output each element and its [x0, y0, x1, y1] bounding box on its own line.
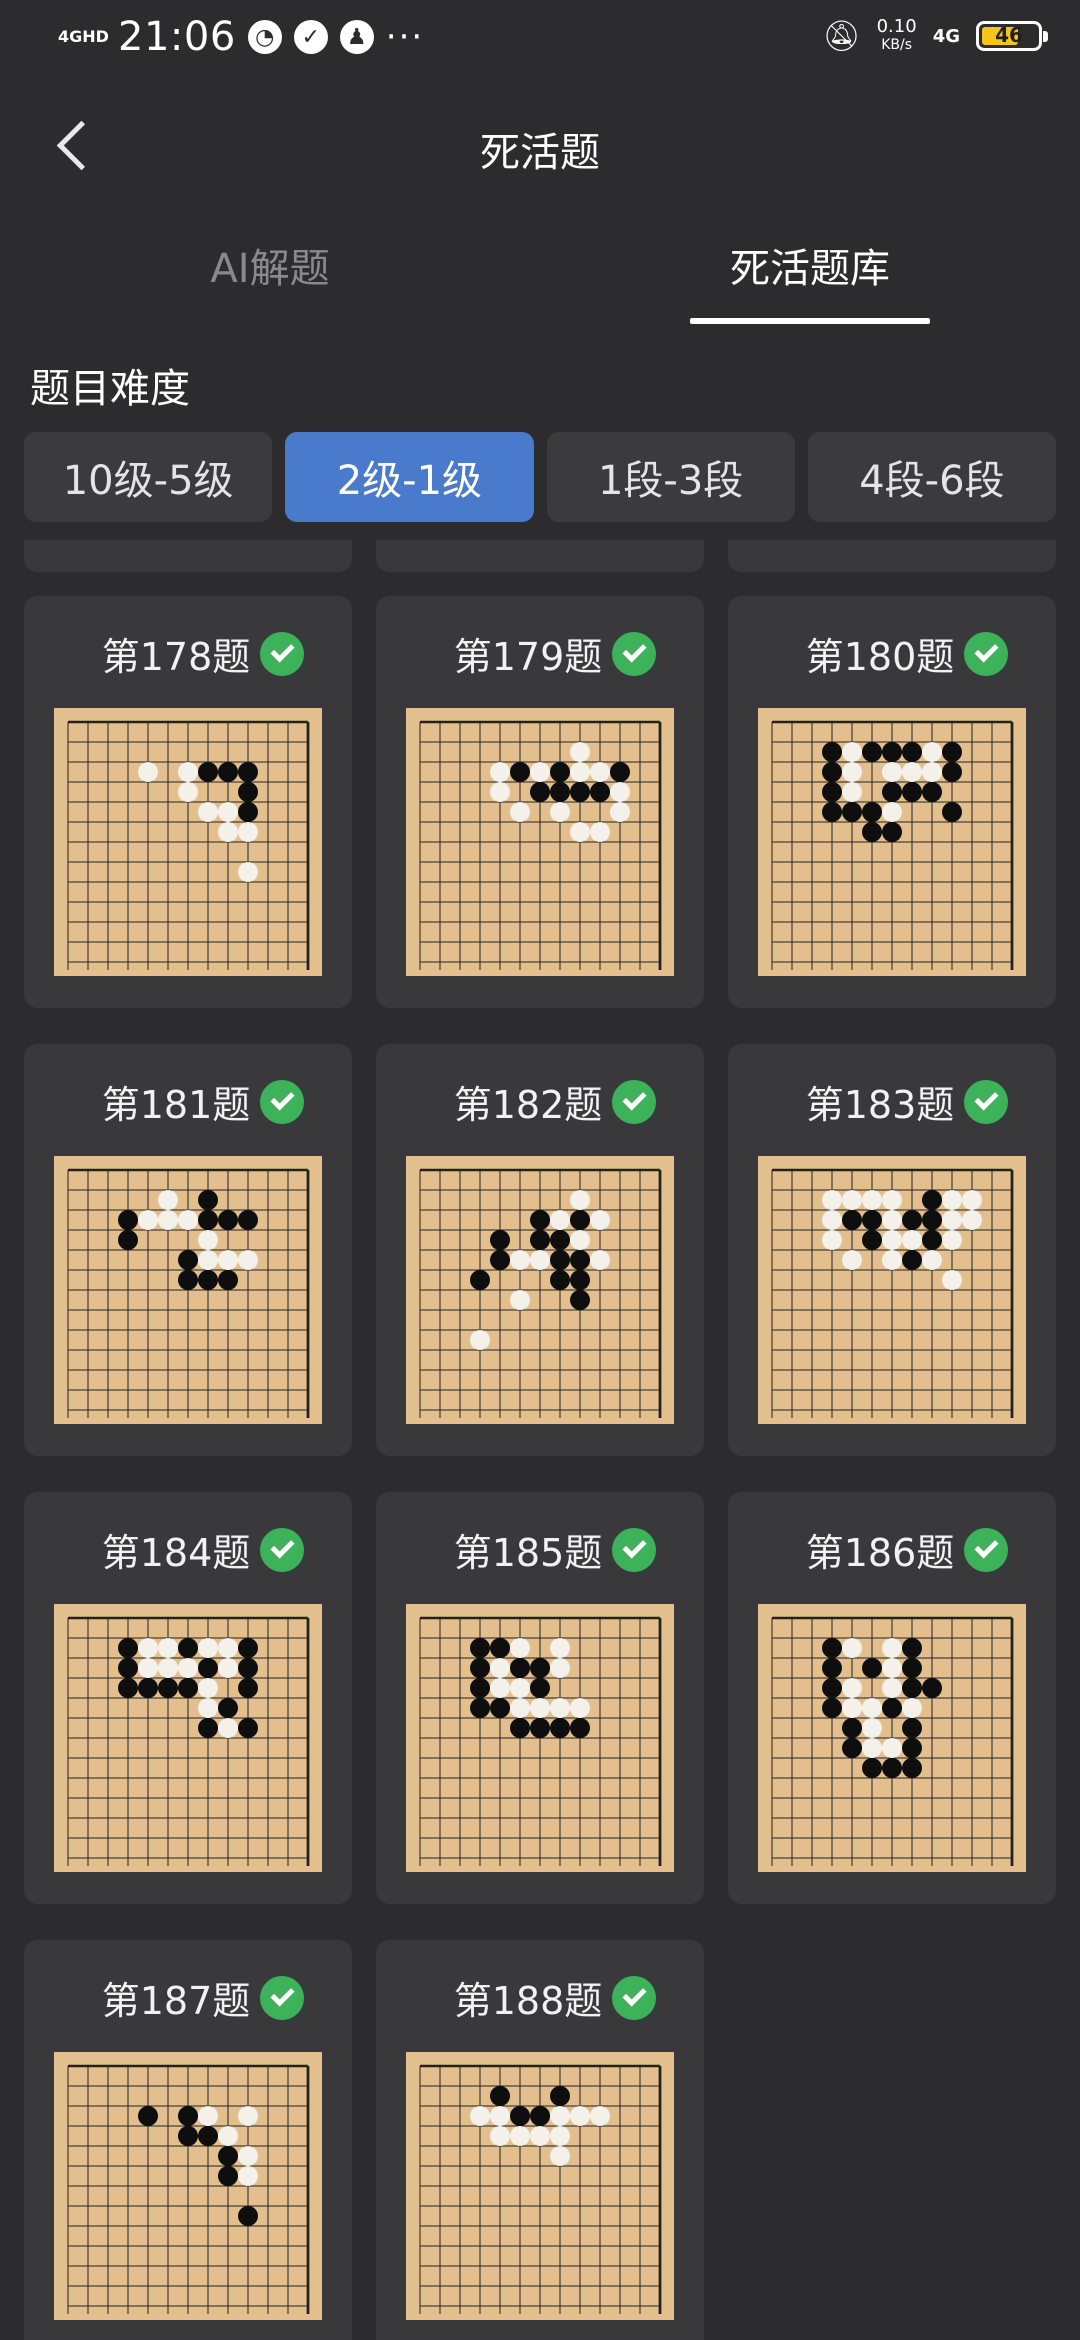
go-board-thumbnail	[758, 708, 1026, 976]
problem-card-header: 第178题	[24, 626, 352, 681]
go-board-thumbnail	[758, 1604, 1026, 1872]
tab-ai-solve[interactable]: AI解题	[150, 236, 390, 294]
go-board-thumbnail	[54, 1156, 322, 1424]
problem-card-header: 第179题	[376, 626, 704, 681]
solved-check-icon	[260, 1079, 305, 1124]
problem-card[interactable]: 第178题	[24, 596, 352, 1008]
problem-card-header: 第183题	[728, 1074, 1056, 1129]
more-notifications-icon: ···	[385, 17, 425, 57]
network-speed-value: 0.10	[876, 16, 917, 37]
problem-card[interactable]: 第180题	[728, 596, 1056, 1008]
problem-card-header: 第182题	[376, 1074, 704, 1129]
status-right: 🔕︎ 0.10 KB/s 4G 46	[822, 18, 1048, 54]
app-header: 死活题	[0, 84, 1080, 206]
problem-card[interactable]: 第187题	[24, 1940, 352, 2340]
problem-card[interactable]: 第181题	[24, 1044, 352, 1456]
difficulty-option-1d-3d[interactable]: 1段-3段	[546, 432, 795, 522]
solved-check-icon	[260, 631, 305, 676]
network-indicator: 4GHD	[58, 27, 109, 46]
difficulty-option-2k-1k[interactable]: 2级-1级	[285, 432, 534, 522]
problem-card-partial[interactable]	[24, 540, 352, 572]
tab-problem-library[interactable]: 死活题库	[690, 236, 930, 294]
go-board-thumbnail	[54, 1604, 322, 1872]
solved-check-icon	[964, 1527, 1009, 1572]
problem-card-header: 第186题	[728, 1522, 1056, 1577]
battery-level: 46	[995, 23, 1023, 47]
clock: 21:06	[118, 14, 236, 60]
difficulty-option-4d-6d[interactable]: 4段-6段	[807, 432, 1056, 522]
speedometer-icon: ◔	[247, 20, 282, 54]
problem-card[interactable]: 第183题	[728, 1044, 1056, 1456]
penguin-icon: ♟	[339, 20, 374, 54]
go-board-thumbnail	[406, 1156, 674, 1424]
go-board-thumbnail	[406, 708, 674, 976]
previous-row-partial	[24, 540, 1056, 572]
solved-check-icon	[612, 1527, 657, 1572]
problem-card-header: 第188题	[376, 1970, 704, 2025]
problem-card[interactable]: 第186题	[728, 1492, 1056, 1904]
go-board-thumbnail	[406, 2052, 674, 2320]
problem-title: 第180题	[805, 635, 955, 679]
problem-title: 第184题	[101, 1531, 251, 1575]
problem-card-header: 第180题	[728, 626, 1056, 681]
mute-bell-icon: 🔕︎	[822, 18, 861, 54]
solved-check-icon	[612, 631, 657, 676]
check-circle-icon: ✓	[293, 20, 328, 54]
go-board-thumbnail	[54, 708, 322, 976]
page-title: 死活题	[480, 130, 600, 176]
solved-check-icon	[612, 1079, 657, 1124]
problem-card-partial[interactable]	[376, 540, 704, 572]
difficulty-option-10k-5k[interactable]: 10级-5级	[24, 432, 273, 522]
solved-check-icon	[260, 1527, 305, 1572]
problem-title: 第178题	[101, 635, 251, 679]
problem-card-header: 第185题	[376, 1522, 704, 1577]
problem-card[interactable]: 第188题	[376, 1940, 704, 2340]
problem-title: 第179题	[453, 635, 603, 679]
problem-title: 第181题	[101, 1083, 251, 1127]
problem-title: 第183题	[805, 1083, 955, 1127]
solved-check-icon	[964, 631, 1009, 676]
solved-check-icon	[612, 1975, 657, 2020]
go-board-thumbnail	[54, 2052, 322, 2320]
battery-icon: 46	[976, 21, 1048, 51]
network-speed: 0.10 KB/s	[877, 18, 917, 54]
problem-card-header: 第181题	[24, 1074, 352, 1129]
solved-check-icon	[260, 1975, 305, 2020]
network-speed-unit: KB/s	[881, 37, 913, 53]
problem-title: 第185题	[453, 1531, 603, 1575]
signal-type: 4G	[932, 25, 960, 47]
problem-title: 第187题	[101, 1979, 251, 2023]
go-board-thumbnail	[406, 1604, 674, 1872]
difficulty-label: 题目难度	[30, 366, 190, 412]
problem-card[interactable]: 第184题	[24, 1492, 352, 1904]
solved-check-icon	[964, 1079, 1009, 1124]
go-board-thumbnail	[758, 1156, 1026, 1424]
problem-card-partial[interactable]	[728, 540, 1056, 572]
problem-title: 第188题	[453, 1979, 603, 2023]
status-bar: 4GHD 21:06 ◔ ✓ ♟ ··· 🔕︎ 0.10 KB/s 4G 46	[0, 0, 1080, 84]
problem-card-header: 第184题	[24, 1522, 352, 1577]
tab-bar: AI解题 死活题库	[0, 206, 1080, 326]
problem-card[interactable]: 第182题	[376, 1044, 704, 1456]
problem-card[interactable]: 第179题	[376, 596, 704, 1008]
problem-card[interactable]: 第185题	[376, 1492, 704, 1904]
difficulty-filter: 10级-5级 2级-1级 1段-3段 4段-6段	[24, 432, 1056, 522]
status-left: 4GHD 21:06 ◔ ✓ ♟ ···	[58, 14, 424, 60]
problem-title: 第182题	[453, 1083, 603, 1127]
problem-card-header: 第187题	[24, 1970, 352, 2025]
problem-title: 第186题	[805, 1531, 955, 1575]
problem-grid: 第178题 第179题 第180题第181题 第182题 第183题第184题 第185题…	[0, 540, 1080, 2340]
tab-active-indicator	[690, 318, 930, 324]
